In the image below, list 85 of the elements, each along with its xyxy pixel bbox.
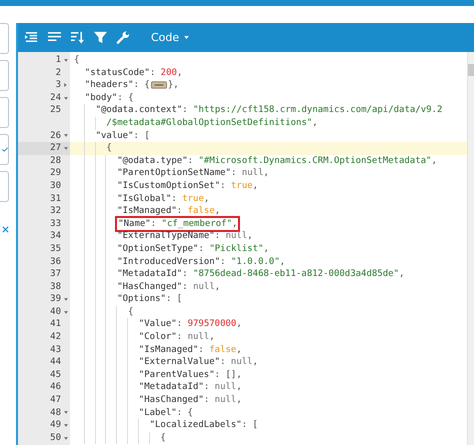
code-line: "IsGlobal": true, <box>117 192 210 206</box>
code-line: /$metadata#GlobalOptionSetDefinitions", <box>106 116 318 130</box>
fold-arrow-icon[interactable] <box>64 96 68 100</box>
line-number: 31 <box>50 192 61 206</box>
code-line: "ExternalValue": null, <box>138 356 258 369</box>
line-number: 36 <box>50 256 61 268</box>
line-number: 30 <box>50 180 61 193</box>
code-line: "Value": 979570000, <box>138 318 242 332</box>
line-number: 47 <box>50 394 61 407</box>
code-line: { <box>160 432 166 444</box>
line-number: 1 <box>56 54 61 67</box>
line-number: 50 <box>50 432 61 444</box>
code-line: "@odata.type": "#Microsoft.Dynamics.CRM.OptionSetMetadata", <box>117 154 437 168</box>
code-line: "IsManaged": false, <box>138 344 242 356</box>
line-number: 46 <box>50 381 61 394</box>
code-line: "HasChanged": null, <box>138 394 242 407</box>
code-line: "Name": "cf_memberof", <box>117 218 238 230</box>
line-number: 32 <box>50 205 61 218</box>
line-number: 48 <box>50 406 61 420</box>
sort-icon[interactable] <box>70 31 85 44</box>
fold-arrow-icon[interactable] <box>64 411 68 414</box>
code-line: }, <box>168 79 179 92</box>
code-line: "IsCustomOptionSet": true, <box>117 180 258 193</box>
align-icon[interactable] <box>47 31 62 44</box>
code-line: "LocalizedLabels": [ <box>150 419 258 432</box>
code-line: "ParentOptionSetName": null, <box>117 167 269 180</box>
filter-icon[interactable] <box>93 31 108 44</box>
line-number: 43 <box>50 344 61 356</box>
code-line: "MetadataId": null, <box>138 381 242 394</box>
code-line: "ExternalTypeName": null, <box>117 230 253 243</box>
wrench-icon[interactable] <box>116 31 131 44</box>
code-line: "ParentValues": [], <box>138 368 242 382</box>
side-tab[interactable] <box>0 134 9 165</box>
code-line: "HasChanged": null, <box>117 280 220 294</box>
code-line: "value": [ <box>96 130 150 142</box>
mode-dropdown[interactable]: Code <box>149 31 192 44</box>
caret-icon <box>184 36 190 39</box>
line-number: 34 <box>50 230 61 243</box>
format-icon[interactable] <box>24 31 39 44</box>
line-number: 25 <box>50 104 61 117</box>
fold-arrow-icon[interactable] <box>64 146 68 150</box>
line-number: 29 <box>50 167 61 180</box>
close-icon[interactable] <box>2 226 9 233</box>
code-line: "OptionSetType": "Picklist", <box>117 242 269 256</box>
fold-arrow-icon[interactable] <box>64 310 68 314</box>
line-number: 3 <box>56 79 61 92</box>
code-line: { <box>106 142 112 155</box>
code-line: "Color": null, <box>138 331 215 344</box>
collapsed-placeholder-icon[interactable] <box>150 81 167 90</box>
line-number: 33 <box>50 218 61 230</box>
code-line: "MetadataId": "8756dead-8468-eb11-a812-000d3a4d85de", <box>117 268 404 281</box>
code-line: "@odata.context": "https://cft158.crm.dynamics.com/api/data/v9.2 <box>96 104 442 117</box>
line-number: 28 <box>50 154 61 168</box>
line-number: 39 <box>50 293 61 306</box>
fold-arrow-icon[interactable] <box>64 83 67 88</box>
code-line: "Label": { <box>138 406 193 420</box>
code-line: "IsManaged": false, <box>117 205 220 218</box>
fold-arrow-icon[interactable] <box>64 298 68 302</box>
line-number: 38 <box>50 280 61 294</box>
line-number: 37 <box>50 268 61 281</box>
code-line: { <box>74 54 80 67</box>
line-number: 41 <box>50 318 61 332</box>
code-line: "body": { <box>84 92 134 104</box>
line-number: 45 <box>50 368 61 382</box>
line-number: 42 <box>50 331 61 344</box>
line-number: 24 <box>50 92 61 104</box>
code-line: { <box>128 306 134 318</box>
line-number: 2 <box>56 66 61 80</box>
code-line: "Options": [ <box>117 293 182 306</box>
line-number: 40 <box>50 306 61 318</box>
line-number: 35 <box>50 242 61 256</box>
check-icon <box>2 147 8 152</box>
code-line: "statusCode": 200, <box>84 66 182 80</box>
fold-arrow-icon[interactable] <box>64 424 68 428</box>
fold-arrow-icon[interactable] <box>64 58 68 62</box>
line-number: 26 <box>50 130 61 142</box>
fold-arrow-icon[interactable] <box>64 436 68 440</box>
line-number: 49 <box>50 419 61 432</box>
scrollbar-thumb[interactable] <box>468 64 474 76</box>
line-number: 44 <box>50 356 61 369</box>
scrollbar[interactable] <box>467 52 474 445</box>
code-line: "headers": { <box>84 79 150 92</box>
fold-arrow-icon[interactable] <box>64 134 68 138</box>
code-line: "IntroducedVersion": "1.0.0.0", <box>117 256 286 268</box>
line-number: 27 <box>50 142 61 155</box>
